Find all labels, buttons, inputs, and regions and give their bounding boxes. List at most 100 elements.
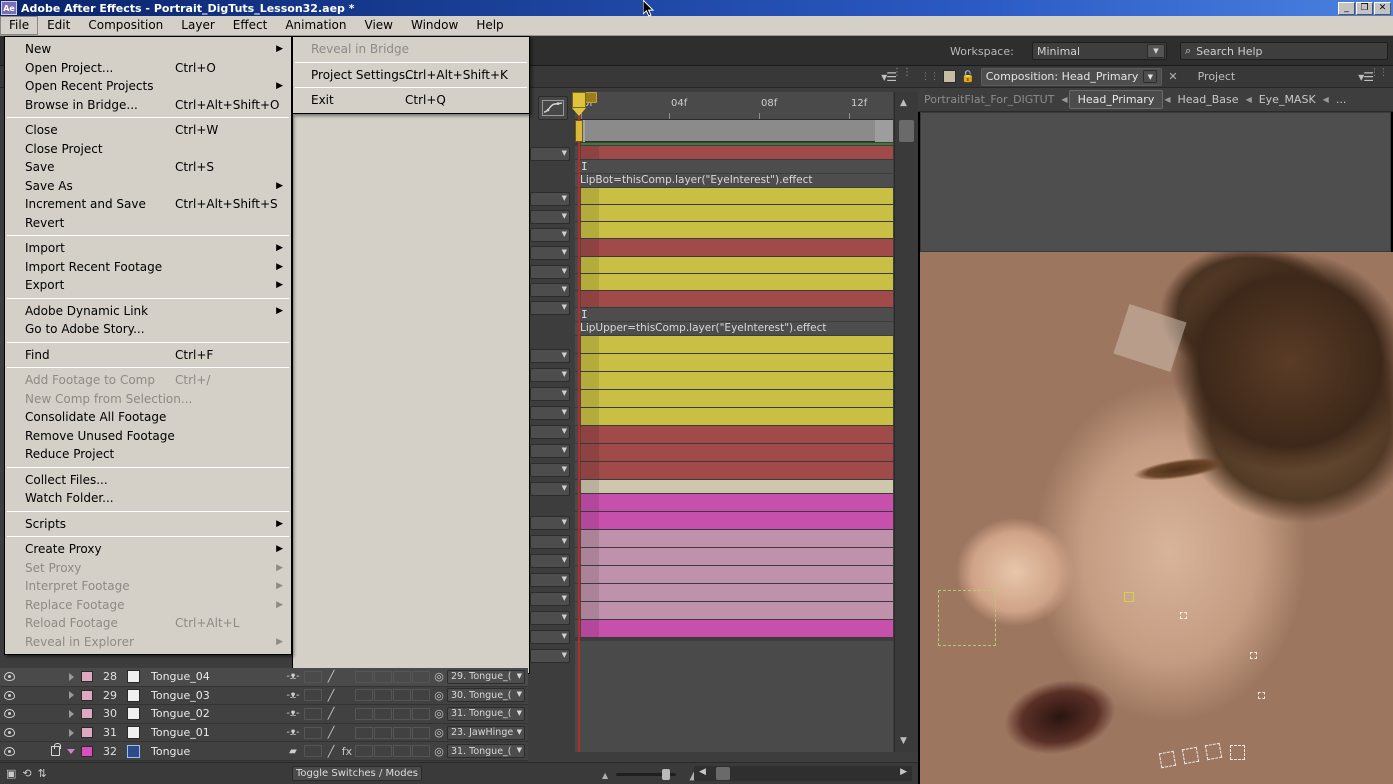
menu-item-browse-in-bridge[interactable]: Browse in Bridge... Ctrl+Alt+Shift+O [5,96,291,115]
menu-item-consolidate-all-footage[interactable]: Consolidate All Footage [5,408,291,427]
blend-mode-cell[interactable] [304,726,322,739]
timeline-track[interactable] [575,444,893,462]
audio-toggle[interactable] [18,668,33,686]
track-parent-dropdown[interactable]: ▼ [530,228,570,242]
quality-switch-icon[interactable]: ╱ [323,689,339,702]
switch-cell[interactable] [355,745,373,758]
track-bar[interactable] [581,291,893,307]
timeline-track[interactable] [575,390,893,408]
menu-item-save-as[interactable]: Save As ▶ [5,177,291,196]
timeline-track[interactable] [575,548,893,566]
rendered-portrait-image[interactable] [920,252,1393,784]
track-parent-dropdown[interactable]: ▼ [530,554,570,568]
track-bar[interactable] [581,480,893,493]
track-bar[interactable] [581,512,893,529]
solo-toggle[interactable] [33,724,48,742]
switch-cell[interactable] [412,670,430,683]
parent-select[interactable]: 29. Tongue_(▼ [447,669,525,684]
audio-toggle[interactable] [18,705,33,723]
transfer-mode-icon[interactable]: ▰ [282,746,304,757]
lock-icon[interactable] [48,742,63,760]
expression-text-row[interactable]: LipUpper=thisComp.layer("EyeInterest").e… [575,322,893,336]
workspace-select[interactable]: Minimal ▼ [1032,42,1167,60]
scroll-down-icon[interactable]: ▼ [900,736,907,746]
composition-viewer[interactable] [918,112,1393,784]
menu-item-go-to-adobe-story[interactable]: Go to Adobe Story... [5,320,291,339]
breadcrumb-item-portraitflat-for-digtut[interactable]: PortraitFlat_For_DIGTUT [918,93,1060,106]
menu-item-find[interactable]: Find Ctrl+F [5,346,291,365]
zoom-out-icon[interactable]: ▲ [602,771,608,780]
switch-cell[interactable] [355,707,373,720]
quality-switch-icon[interactable]: ╱ [323,670,339,683]
timeline-track[interactable] [575,408,893,426]
minimize-button[interactable]: _ [1338,1,1355,15]
switch-cell[interactable] [393,726,411,739]
menu-item-file[interactable]: File [0,16,39,35]
parent-select[interactable]: 31. Tongue_(▼ [447,706,525,721]
track-parent-dropdown[interactable]: ▼ [530,425,570,439]
transfer-mode-icon[interactable]: -ᴥ- [282,727,304,738]
menu-item-close[interactable]: Close Ctrl+W [5,121,291,140]
menu-item-import[interactable]: Import ▶ [5,239,291,258]
puppet-pin-box[interactable] [1230,745,1245,760]
timeline-track[interactable] [575,530,893,548]
lock-icon[interactable] [48,687,63,705]
breadcrumb-item-[interactable]: ... [1330,93,1353,106]
menu-item-open-recent-projects[interactable]: Open Recent Projects ▶ [5,77,291,96]
selection-marquee[interactable] [938,590,996,646]
track-parent-dropdown[interactable]: ▼ [530,611,570,625]
scroll-right-icon[interactable]: ▶ [900,767,907,777]
eye-icon[interactable] [0,687,18,705]
switch-cell[interactable] [374,670,392,683]
timeline-track[interactable] [575,584,893,602]
timeline-track[interactable] [575,291,893,308]
track-parent-dropdown[interactable]: ▼ [530,463,570,477]
track-bar[interactable] [581,205,893,221]
file-submenu[interactable]: Reveal in Bridge Project Settings... Ctrl+… [292,36,530,114]
lock-icon[interactable] [48,724,63,742]
quality-switch-icon[interactable]: ╱ [323,707,339,720]
anchor-point-marker[interactable] [1124,592,1134,602]
menu-item-import-recent-footage[interactable]: Import Recent Footage ▶ [5,258,291,277]
draft-3d-icon[interactable]: ⟲ [22,767,31,780]
switch-cell[interactable] [393,689,411,702]
menu-item-layer[interactable]: Layer [172,16,223,35]
current-time-indicator-head[interactable] [572,92,586,116]
track-parent-dropdown[interactable]: ▼ [530,444,570,458]
timeline-track[interactable] [575,426,893,444]
track-bar[interactable] [581,494,893,511]
menu-item-revert[interactable]: Revert [5,214,291,233]
track-bar[interactable] [581,372,893,389]
transfer-mode-icon[interactable]: -ᴥ- [282,690,304,701]
tab-project[interactable]: Project [1188,70,1246,83]
track-parent-dropdown[interactable]: ▼ [530,265,570,279]
scroll-up-icon[interactable]: ▲ [900,98,907,108]
track-parent-dropdown[interactable]: ▼ [530,592,570,606]
breadcrumb-item-head-base[interactable]: Head_Base [1172,93,1245,106]
timeline-track[interactable] [575,336,893,354]
timeline-track[interactable] [575,239,893,257]
expand-triangle-icon[interactable] [63,705,79,723]
switch-cell[interactable] [412,707,430,720]
puppet-pin-box[interactable] [1204,742,1223,761]
timeline-track[interactable] [575,480,893,494]
parent-pickwhip-icon[interactable]: ◎ [431,689,447,702]
eye-icon[interactable] [0,724,18,742]
track-bar[interactable] [581,146,893,159]
timeline-zoom-slider[interactable]: ▲ ▲ [600,769,700,782]
eye-icon[interactable] [0,705,18,723]
switch-cell[interactable] [374,707,392,720]
track-bar[interactable] [581,239,893,256]
solo-toggle[interactable] [33,742,48,760]
graph-editor-button[interactable] [538,96,568,120]
submenu-item-project-settings[interactable]: Project Settings... Ctrl+Alt+Shift+K [293,66,529,85]
switch-cell[interactable] [374,745,392,758]
expression-text-row[interactable]: LipBot=thisComp.layer("EyeInterest").eff… [575,174,893,188]
parent-pickwhip-icon[interactable]: ◎ [431,745,447,758]
expression-cursor-row[interactable]: I [575,160,893,174]
work-area-right-handle[interactable] [875,120,893,142]
transfer-mode-icon[interactable]: -ᴥ- [282,671,304,682]
timeline-track[interactable] [575,602,893,620]
submenu-item-exit[interactable]: Exit Ctrl+Q [293,91,529,110]
puppet-pin-box[interactable] [1158,750,1177,769]
